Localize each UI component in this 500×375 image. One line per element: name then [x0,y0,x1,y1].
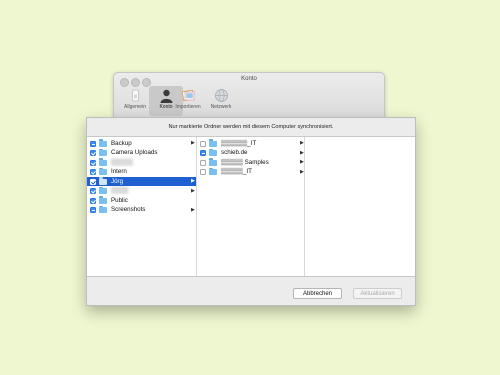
folder-icon [99,196,107,204]
folder-row[interactable]: ▒▒▒▒▒ [87,158,196,168]
toolbar-label: Allgemein [124,104,146,110]
folder-name: ▒▒▒▒▒▒_IT [221,139,257,147]
refresh-button[interactable]: Aktualisieren [353,288,402,299]
folder-icon [99,167,107,175]
sheet-message: Nur markierte Ordner werden mit diesem C… [168,124,334,130]
selective-sync-sheet: Nur markierte Ordner werden mit diesem C… [86,117,416,306]
folder-row[interactable]: Intern [87,167,196,177]
folder-icon [99,139,107,147]
chevron-right-icon[interactable]: ▶ [300,159,304,165]
folder-row[interactable]: Screenshots ▶ [87,205,196,215]
chevron-right-icon[interactable]: ▶ [191,207,195,213]
folder-icon [209,139,217,147]
folder-icon [99,186,107,194]
folder-icon [99,177,107,185]
folder-icon [99,158,107,166]
sync-checkbox[interactable] [90,169,96,175]
chevron-right-icon[interactable]: ▶ [300,169,304,175]
chevron-right-icon[interactable]: ▶ [191,140,195,146]
folder-name: Jörg [111,177,124,185]
folder-name: Backup [111,139,132,147]
folder-row[interactable]: ▒▒▒▒ ▶ [87,186,196,196]
sync-checkbox[interactable] [90,188,96,194]
folder-row[interactable]: Jörg ▶ [87,176,196,186]
folder-column-2: ▒▒▒▒▒▒_IT ▶ schieb.de ▶ ▒▒▒▒▒ Samples ▶ ▒▒▒▒▒_… [197,137,305,276]
toolbar-allgemein[interactable]: Allgemein [118,86,152,116]
folder-icon [209,148,217,156]
sync-checkbox[interactable] [200,140,206,147]
toolbar-netzwerk[interactable]: Netzwerk [205,86,237,116]
sync-checkbox[interactable] [200,169,206,175]
folder-row[interactable]: Public [87,196,196,206]
folder-icon [99,148,107,156]
folder-browser: Backup ▶ Camera Uploads ▒▒▒▒▒ Intern Jörg ▶ ▒▒▒… [87,136,415,277]
toolbar-label: Importieren [175,104,201,110]
sync-checkbox[interactable] [90,197,96,204]
folder-icon [209,167,217,175]
folder-row[interactable]: schieb.de ▶ [197,148,304,158]
folder-name: ▒▒▒▒ [111,187,129,195]
folder-name: Camera Uploads [111,149,158,157]
sync-checkbox[interactable] [90,150,96,156]
folder-row[interactable]: ▒▒▒▒▒ Samples ▶ [197,158,304,168]
sync-checkbox[interactable] [200,159,206,166]
chevron-right-icon[interactable]: ▶ [191,188,195,194]
import-photos-icon [181,88,196,103]
folder-icon [99,205,107,213]
folder-column-3 [305,137,415,276]
window-title: Konto [241,76,257,82]
folder-name: Public [111,196,128,204]
folder-row[interactable]: ▒▒▒▒▒▒_IT ▶ [197,139,304,149]
folder-name: ▒▒▒▒▒ [111,158,133,166]
general-switch-icon [128,88,143,103]
folder-name: Intern [111,168,127,176]
folder-column-1: Backup ▶ Camera Uploads ▒▒▒▒▒ Intern Jörg ▶ ▒▒▒… [87,137,197,276]
folder-row[interactable]: Backup ▶ [87,139,196,149]
chevron-right-icon[interactable]: ▶ [300,140,304,146]
folder-name: Screenshots [111,206,146,214]
sync-checkbox[interactable] [90,207,96,213]
network-globe-icon [214,88,229,103]
folder-row[interactable]: Camera Uploads [87,148,196,158]
chevron-right-icon[interactable]: ▶ [191,178,195,184]
folder-name: schieb.de [221,149,248,157]
chevron-right-icon[interactable]: ▶ [300,150,304,156]
preferences-window: Konto Allgemein Konto Importieren Netzwe… [113,72,385,118]
toolbar-importieren[interactable]: Importieren [170,86,206,116]
sync-checkbox[interactable] [90,140,96,147]
cancel-button[interactable]: Abbrechen [293,288,342,299]
sync-checkbox[interactable] [90,178,96,185]
folder-name: ▒▒▒▒▒ Samples [221,158,269,166]
folder-icon [209,158,217,166]
folder-name: ▒▒▒▒▒_IT [221,168,252,176]
sync-checkbox[interactable] [90,159,96,166]
sync-checkbox[interactable] [200,150,206,156]
toolbar-label: Netzwerk [210,104,232,110]
folder-row[interactable]: ▒▒▒▒▒_IT ▶ [197,167,304,177]
